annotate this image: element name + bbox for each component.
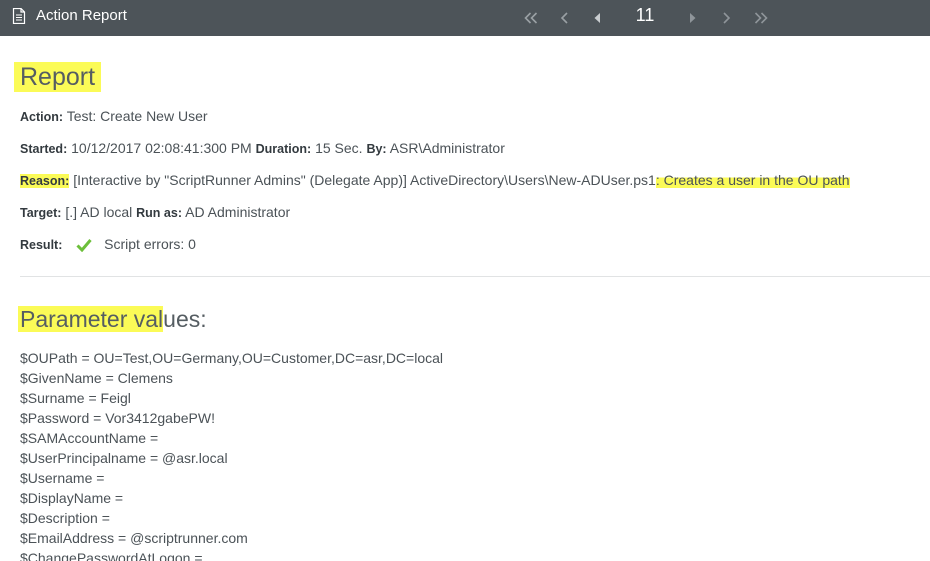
next-page-icon [722,12,730,24]
current-page-number: 11 [635,5,655,25]
report-heading: Report [14,62,102,92]
target-value: [.] AD local [65,204,133,220]
runas-label: Run as: [136,206,182,220]
parameters-heading-rest: ues: [163,306,207,332]
first-page-icon [524,12,538,24]
reason-value: [Interactive by "ScriptRunner Admins" (D… [73,172,656,188]
parameter-line: $Username = [20,470,105,486]
parameter-line: $EmailAddress = @scriptrunner.com [20,530,248,546]
step-back-icon [594,13,600,23]
checkmark-icon [76,239,92,253]
section-divider [20,276,930,277]
action-label: Action: [20,110,64,124]
previous-page-icon [560,12,568,24]
target-row: Target: [.] AD local Run as: AD Administ… [20,203,290,222]
window-title: Action Report [36,7,127,24]
reason-description: : Creates a user in the OU path [655,172,850,188]
runas-value: AD Administrator [185,204,291,220]
duration-label: Duration: [255,142,312,156]
parameter-line: $SAMAccountName = [20,430,159,446]
step-back-button[interactable] [588,0,606,36]
result-label: Result: [20,238,63,252]
parameter-line: $Password = Vor3412gabePW! [20,410,215,426]
report-content: Report Action: Test: Create New User Sta… [0,36,930,561]
by-label: By: [366,142,387,156]
parameter-line: $GivenName = Clemens [20,370,173,386]
action-row: Action: Test: Create New User [20,107,208,126]
parameter-line: $Description = [20,510,110,526]
reason-row: Reason: [Interactive by "ScriptRunner Ad… [20,171,850,190]
result-row: Result: Script errors: 0 [20,235,196,254]
result-value: Script errors: 0 [104,236,196,252]
parameter-line: $Surname = Feigl [20,390,131,406]
document-icon [12,8,26,24]
title-bar: Action Report 11 [0,0,930,36]
parameter-list: $OUPath = OU=Test,OU=Germany,OU=Customer… [20,348,443,561]
started-label: Started: [20,142,68,156]
step-forward-button[interactable] [684,0,702,36]
reason-label: Reason: [20,174,70,188]
target-label: Target: [20,206,62,220]
last-page-icon [754,12,768,24]
parameter-line: $OUPath = OU=Test,OU=Germany,OU=Customer… [20,350,444,366]
last-page-button[interactable] [750,0,772,36]
previous-page-button[interactable] [554,0,574,36]
first-page-button[interactable] [520,0,542,36]
action-value: Test: Create New User [66,108,208,124]
by-value: ASR\Administrator [389,140,505,156]
parameters-heading: Parameter values: [18,304,207,334]
parameters-heading-highlighted: Parameter val [18,306,164,332]
started-value: 10/12/2017 02:08:41:300 PM [71,140,252,156]
parameter-line: $DisplayName = [20,490,124,506]
parameter-line: $UserPrincipalname = @asr.local [20,450,228,466]
next-page-button[interactable] [716,0,736,36]
duration-value: 15 Sec. [315,140,363,156]
step-forward-icon [690,13,696,23]
started-row: Started: 10/12/2017 02:08:41:300 PM Dura… [20,139,505,158]
parameter-line: $ChangePasswordAtLogon = [20,550,203,561]
